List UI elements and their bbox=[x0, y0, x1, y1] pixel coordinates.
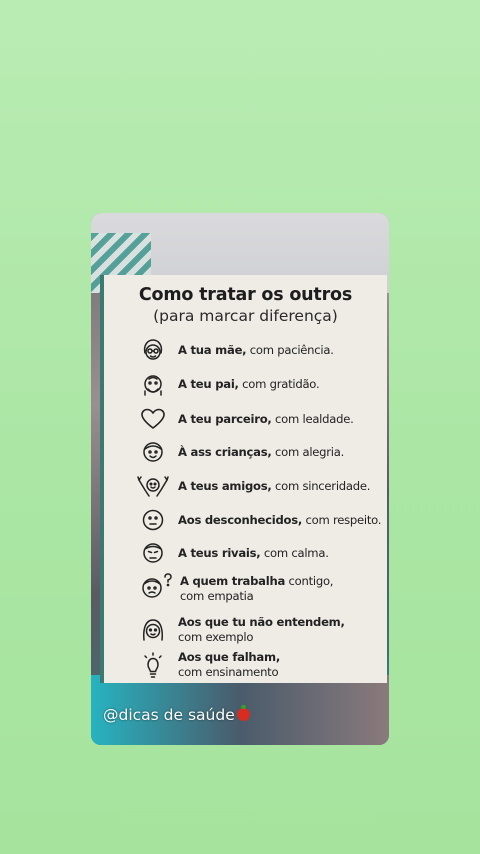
watermark: @dicas de saúde bbox=[103, 705, 250, 724]
item-text: com calma. bbox=[260, 546, 329, 560]
story-card: Como tratar os outros (para marcar difer… bbox=[91, 213, 389, 745]
item-bold-text: A quem trabalha bbox=[180, 574, 286, 588]
neutral-face-icon bbox=[139, 506, 167, 534]
watermark-text: @dicas de saúde bbox=[103, 706, 235, 724]
item-text: com paciência. bbox=[246, 343, 334, 357]
item-text: contigo, bbox=[285, 574, 334, 588]
lightbulb-icon bbox=[139, 652, 167, 680]
item-bold-text: Aos desconhecidos, bbox=[178, 513, 303, 527]
item-text: com lealdade. bbox=[271, 412, 354, 426]
item-bold-text: A teu pai, bbox=[178, 377, 239, 391]
item-text-line2: com empatia bbox=[180, 589, 254, 603]
poster: Como tratar os outros (para marcar difer… bbox=[104, 275, 387, 683]
item-bold-text: Aos que falham, bbox=[178, 650, 280, 664]
item-text-line2: com ensinamento bbox=[178, 665, 279, 679]
item-bold-text: A teu parceiro, bbox=[178, 412, 272, 426]
item-text: com respeito. bbox=[302, 513, 382, 527]
item-text-line2: com exemplo bbox=[178, 630, 254, 644]
question-face-icon bbox=[138, 573, 174, 601]
item-text: com sinceridade. bbox=[271, 479, 371, 493]
child-face-icon bbox=[139, 438, 167, 466]
item-bold-text: À ass crianças, bbox=[178, 445, 272, 459]
woman-face-icon bbox=[139, 616, 167, 644]
poster-subtitle: (para marcar diferença) bbox=[153, 307, 338, 325]
item-bold-text: A teus rivais, bbox=[178, 546, 261, 560]
tomato-icon bbox=[236, 705, 250, 721]
item-bold-text: A teus amigos, bbox=[178, 479, 272, 493]
item-bold-text: Aos que tu não entendem, bbox=[178, 615, 345, 629]
poster-title: Como tratar os outros bbox=[138, 285, 353, 305]
friends-hug-icon bbox=[136, 472, 170, 500]
rival-face-icon bbox=[139, 539, 167, 567]
item-bold-text: A tua mãe, bbox=[178, 343, 247, 357]
heart-icon bbox=[139, 405, 167, 433]
mother-face-icon bbox=[139, 337, 167, 365]
item-text: com alegria. bbox=[271, 445, 345, 459]
item-text: com gratidão. bbox=[238, 377, 320, 391]
father-face-icon bbox=[139, 371, 167, 399]
